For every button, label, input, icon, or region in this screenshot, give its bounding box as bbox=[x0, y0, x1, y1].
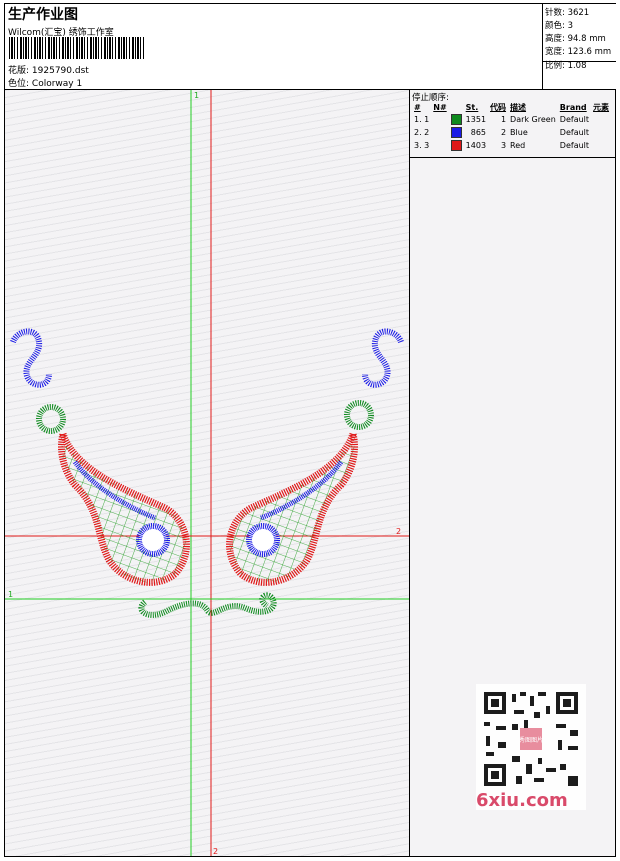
row-number bbox=[431, 113, 448, 126]
green-guide-top-label: 1 bbox=[194, 91, 199, 100]
design-file-label: 花版: bbox=[8, 66, 30, 76]
row-element bbox=[591, 139, 611, 152]
row-brand: Default bbox=[559, 115, 590, 124]
row-code: 1 bbox=[500, 115, 507, 124]
left-wing-motif bbox=[58, 421, 190, 586]
colorway-row: 色位: Colorway 1 bbox=[8, 76, 82, 89]
row-description: Dark Green bbox=[510, 115, 556, 124]
col-hash: # bbox=[414, 103, 421, 112]
colorway-label: 色位: bbox=[8, 79, 30, 89]
colorway-value: Colorway 1 bbox=[31, 79, 83, 89]
production-sheet: 生产作业图 Wilcom(汇宝) 绣饰工作室 花版: 1925790.dst 色… bbox=[4, 3, 616, 857]
design-file-value: 1925790.dst bbox=[31, 66, 89, 76]
col-stitches: St. bbox=[465, 103, 479, 112]
row-swatch bbox=[449, 126, 464, 139]
left-blue-curl bbox=[10, 328, 52, 388]
green-guide-left-label: 1 bbox=[8, 590, 13, 599]
col-brand: Brand bbox=[559, 103, 587, 112]
col-swatch bbox=[449, 102, 464, 113]
red-guide-bottom-label: 2 bbox=[213, 847, 218, 856]
row-description: Red bbox=[510, 141, 526, 150]
row-element bbox=[591, 126, 611, 139]
color-swatch bbox=[450, 114, 462, 125]
design-preview: 1 1 2 2 bbox=[5, 90, 410, 856]
row-stitches: 1351 bbox=[465, 115, 487, 124]
row-brand: Default bbox=[559, 141, 590, 150]
color-count: 颜色: 3 bbox=[545, 21, 573, 31]
stitch-count: 针数: 3621 bbox=[545, 8, 590, 18]
table-row: 1. 1 1351 1 Dark Green Default bbox=[412, 113, 611, 126]
color-swatch bbox=[450, 140, 462, 151]
right-green-ring bbox=[344, 400, 374, 430]
page-title: 生产作业图 bbox=[8, 7, 78, 23]
row-stitches: 1403 bbox=[465, 141, 487, 150]
row-index: 1. 1 bbox=[414, 115, 430, 124]
stats-panel: 针数: 3621 颜色: 3 高度: 94.8 mm 宽度: 123.6 mm … bbox=[542, 4, 616, 89]
embroidery-preview: 1 1 2 2 bbox=[5, 90, 409, 856]
row-element bbox=[591, 113, 611, 126]
design-width: 宽度: 123.6 mm bbox=[545, 47, 612, 57]
stop-sequence-table: # N# St. 代码 描述 Brand 元素 1. 1 1351 1 Dark Gr… bbox=[412, 102, 611, 152]
row-index: 2. 2 bbox=[414, 128, 430, 137]
bottom-green-scroll bbox=[138, 592, 277, 618]
stop-sequence-panel: 停止顺序: # N# St. 代码 描述 Brand 元素 1. 1 1351 1 D… bbox=[410, 90, 615, 856]
row-code: 3 bbox=[500, 141, 507, 150]
col-element: 元素 bbox=[593, 103, 610, 112]
barcode bbox=[9, 37, 145, 59]
row-swatch bbox=[449, 139, 464, 152]
row-number bbox=[431, 139, 448, 152]
left-green-ring bbox=[36, 404, 66, 434]
design-scale: 比例: 1.08 bbox=[545, 61, 587, 71]
qr-code-image: 秀图图片 bbox=[476, 684, 586, 794]
table-header-row: # N# St. 代码 描述 Brand 元素 bbox=[412, 102, 611, 113]
table-row: 3. 3 1403 3 Red Default bbox=[412, 139, 611, 152]
row-index: 3. 3 bbox=[414, 141, 430, 150]
col-description: 描述 bbox=[510, 103, 527, 112]
right-blue-curl bbox=[362, 328, 404, 388]
row-description: Blue bbox=[510, 128, 528, 137]
row-swatch bbox=[449, 113, 464, 126]
table-divider bbox=[410, 157, 615, 158]
col-number: N# bbox=[433, 103, 447, 112]
watermark: 6xiu.com bbox=[476, 790, 568, 811]
color-swatch bbox=[450, 127, 462, 138]
row-number bbox=[431, 126, 448, 139]
qr-badge-text: 秀图图片 bbox=[519, 736, 543, 744]
row-brand: Default bbox=[559, 128, 590, 137]
right-wing-motif bbox=[226, 421, 358, 586]
header-panel: 生产作业图 Wilcom(汇宝) 绣饰工作室 花版: 1925790.dst 色… bbox=[5, 4, 616, 90]
red-guide-right-label: 2 bbox=[396, 527, 401, 536]
design-file-row: 花版: 1925790.dst bbox=[8, 63, 89, 76]
col-code: 代码 bbox=[490, 103, 507, 112]
row-stitches: 865 bbox=[470, 128, 487, 137]
design-height: 高度: 94.8 mm bbox=[545, 34, 606, 44]
row-code: 2 bbox=[500, 128, 507, 137]
table-row: 2. 2 865 2 Blue Default bbox=[412, 126, 611, 139]
